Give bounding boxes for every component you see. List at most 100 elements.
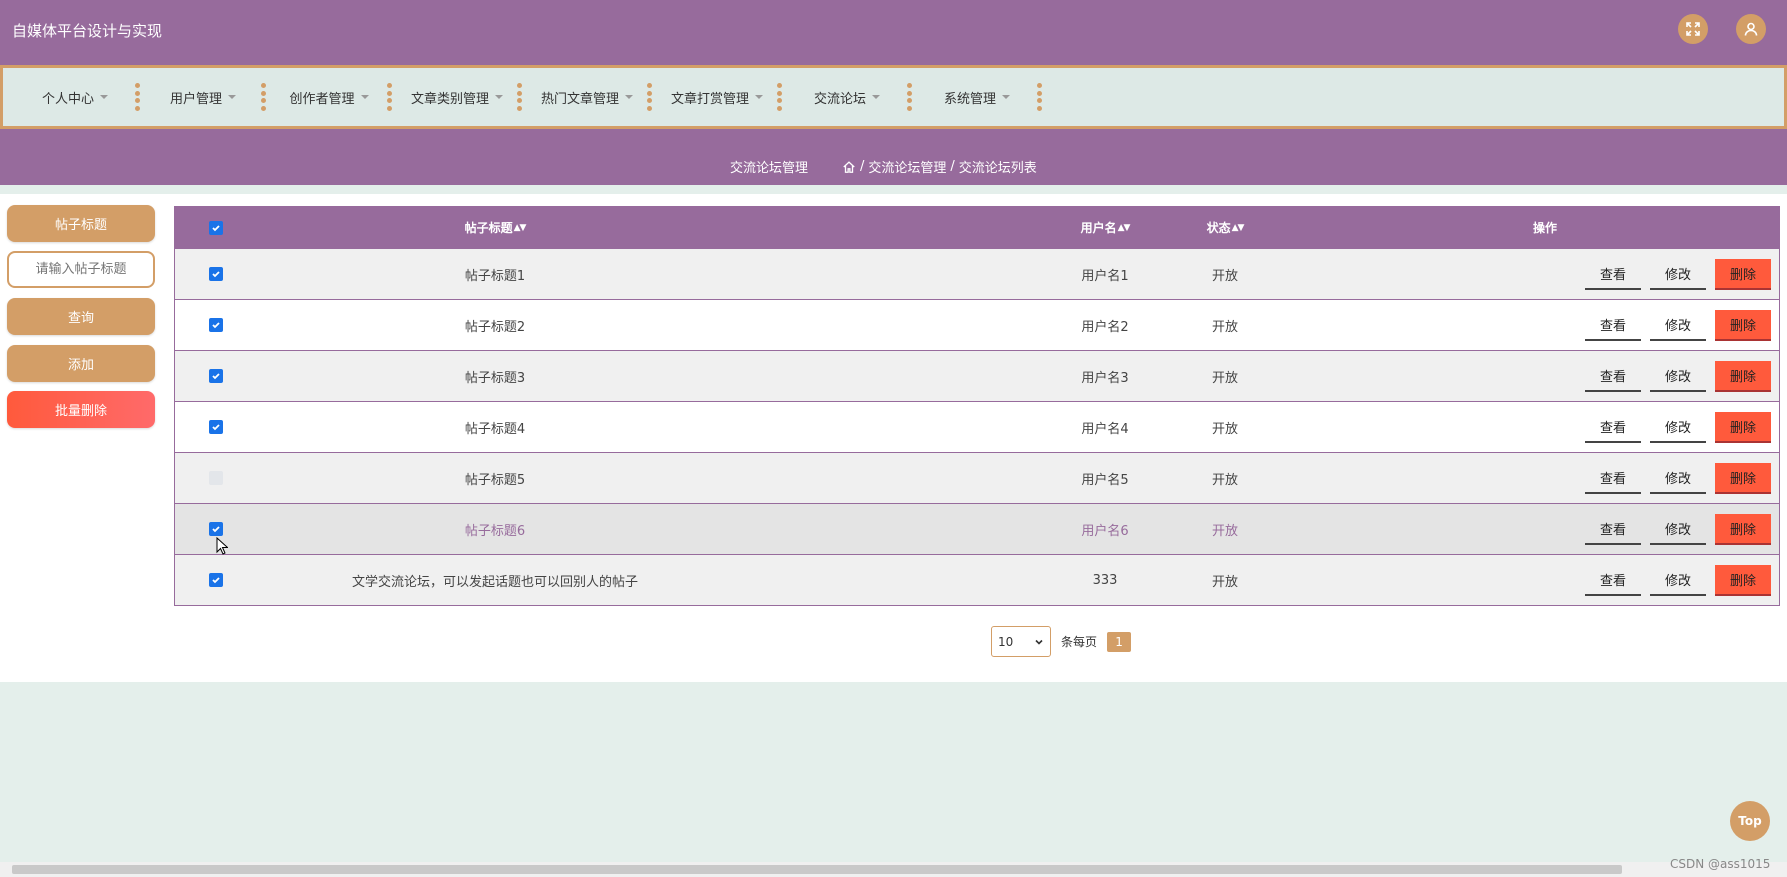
column-header-title[interactable]: 帖子标题 ▲▼ xyxy=(355,207,635,248)
fullscreen-button[interactable] xyxy=(1678,14,1708,44)
chevron-down-icon xyxy=(1035,639,1043,645)
delete-button[interactable]: 删除 xyxy=(1715,360,1771,392)
scrollbar-thumb[interactable] xyxy=(12,865,1622,874)
row-checkbox-cell xyxy=(175,351,257,401)
chevron-down-icon xyxy=(228,95,236,99)
row-checkbox[interactable] xyxy=(209,471,223,485)
page-size-select[interactable]: 10 xyxy=(991,626,1051,657)
delete-button[interactable]: 删除 xyxy=(1715,462,1771,494)
row-checkbox[interactable] xyxy=(209,522,223,536)
main-content: 帖子标题 查询 添加 批量删除 帖子标题▲▼ 用户名▲▼ 状态▲▼ 操作 帖 xyxy=(0,194,1787,682)
table-row[interactable]: 帖子标题1 用户名1 开放 查看 修改 删除 xyxy=(175,248,1779,299)
nav-bar-wrapper: 个人中心 用户管理 创作者管理 文章类别管理 热门文章管理 文章打赏管理 交流论… xyxy=(0,60,1787,134)
edit-button[interactable]: 修改 xyxy=(1650,514,1706,545)
table-row[interactable]: 帖子标题4 用户名4 开放 查看 修改 删除 xyxy=(175,401,1779,452)
edit-button[interactable]: 修改 xyxy=(1650,310,1706,341)
nav-item-label: 热门文章管理 xyxy=(540,91,619,107)
nav-item-creator-management[interactable]: 创作者管理 xyxy=(269,68,385,126)
column-header-ops: 操作 xyxy=(1475,207,1615,248)
breadcrumb-item-forum-management[interactable]: 交流论坛管理 xyxy=(868,157,946,176)
breadcrumb-item-forum-list: 交流论坛列表 xyxy=(958,161,1037,176)
edit-button[interactable]: 修改 xyxy=(1650,259,1706,290)
cell-title: 帖子标题3 xyxy=(464,370,526,386)
check-icon xyxy=(212,373,220,380)
cell-title: 帖子标题4 xyxy=(464,421,526,437)
table-row[interactable]: 帖子标题3 用户名3 开放 查看 修改 删除 xyxy=(175,350,1779,401)
back-to-top-button[interactable]: Top xyxy=(1730,801,1770,841)
cell-title: 帖子标题6 xyxy=(464,523,526,539)
edit-button[interactable]: 修改 xyxy=(1650,412,1706,443)
view-button[interactable]: 查看 xyxy=(1585,514,1641,545)
post-title-label-button: 帖子标题 xyxy=(7,205,155,242)
view-button[interactable]: 查看 xyxy=(1585,565,1641,596)
cell-status: 开放 xyxy=(1211,268,1238,284)
nav-item-article-category-management[interactable]: 文章类别管理 xyxy=(395,68,515,126)
view-button[interactable]: 查看 xyxy=(1585,361,1641,392)
row-checkbox[interactable] xyxy=(209,369,223,383)
add-button[interactable]: 添加 xyxy=(7,345,155,382)
delete-button[interactable]: 删除 xyxy=(1715,411,1771,443)
pagination: 10 条每页 1 xyxy=(991,626,1132,657)
table-row[interactable]: 文学交流论坛，可以发起话题也可以回别人的帖子 333 开放 查看 修改 删除 xyxy=(175,554,1779,605)
query-button[interactable]: 查询 xyxy=(7,298,155,335)
cell-ops: 查看 修改 删除 xyxy=(1585,402,1785,452)
nav-item-system-management[interactable]: 系统管理 xyxy=(915,68,1035,126)
horizontal-scrollbar[interactable] xyxy=(0,862,1787,877)
cell-ops: 查看 修改 删除 xyxy=(1585,300,1785,350)
check-icon xyxy=(212,322,220,329)
nav-item-article-reward-management[interactable]: 文章打赏管理 xyxy=(655,68,775,126)
cell-user: 用户名2 xyxy=(1081,319,1129,335)
column-header-user[interactable]: 用户名 ▲▼ xyxy=(1055,207,1155,248)
delete-button[interactable]: 删除 xyxy=(1715,309,1771,341)
delete-button[interactable]: 删除 xyxy=(1715,564,1771,596)
cell-status: 开放 xyxy=(1211,319,1238,335)
row-checkbox[interactable] xyxy=(209,420,223,434)
table-row[interactable]: 帖子标题5 用户名5 开放 查看 修改 删除 xyxy=(175,452,1779,503)
chevron-down-icon xyxy=(755,95,763,99)
cell-status: 开放 xyxy=(1211,472,1238,488)
table-row[interactable]: 帖子标题6 用户名6 开放 查看 修改 删除 xyxy=(175,503,1779,554)
delete-button[interactable]: 删除 xyxy=(1715,258,1771,290)
nav-item-user-management[interactable]: 用户管理 xyxy=(143,68,259,126)
check-icon xyxy=(212,424,220,431)
breadcrumb: / 交流论坛管理 / 交流论坛列表 xyxy=(842,157,1037,176)
nav-separator xyxy=(517,83,523,111)
view-button[interactable]: 查看 xyxy=(1585,463,1641,494)
nav-item-personal-center[interactable]: 个人中心 xyxy=(13,68,133,126)
column-header-label: 帖子标题 xyxy=(464,221,513,235)
edit-button[interactable]: 修改 xyxy=(1650,565,1706,596)
batch-delete-button[interactable]: 批量删除 xyxy=(7,391,155,428)
delete-button[interactable]: 删除 xyxy=(1715,513,1771,545)
edit-button[interactable]: 修改 xyxy=(1650,463,1706,494)
view-button[interactable]: 查看 xyxy=(1585,412,1641,443)
cell-title: 帖子标题5 xyxy=(464,472,526,488)
home-icon[interactable] xyxy=(842,160,856,174)
view-button[interactable]: 查看 xyxy=(1585,310,1641,341)
row-checkbox[interactable] xyxy=(209,267,223,281)
row-checkbox[interactable] xyxy=(209,318,223,332)
sort-icon: ▲▼ xyxy=(1117,222,1131,233)
page-number-current[interactable]: 1 xyxy=(1107,631,1132,652)
nav-separator xyxy=(1037,83,1043,111)
chevron-down-icon xyxy=(872,95,880,99)
user-avatar-button[interactable] xyxy=(1736,14,1766,44)
breadcrumb-band: 交流论坛管理 / 交流论坛管理 / 交流论坛列表 xyxy=(0,134,1787,185)
table-body: 帖子标题1 用户名1 开放 查看 修改 删除 帖子标题2 用户名2 开放 查看 修改 删除 帖子标题3 用… xyxy=(175,248,1779,605)
row-checkbox[interactable] xyxy=(209,573,223,587)
column-header-status[interactable]: 状态 ▲▼ xyxy=(1175,207,1275,248)
app-title: 自媒体平台设计与实现 xyxy=(12,21,163,40)
table-header: 帖子标题 ▲▼ 用户名 ▲▼ 状态 ▲▼ 操作 xyxy=(175,207,1779,248)
nav-separator xyxy=(777,83,783,111)
forum-table: 帖子标题 ▲▼ 用户名 ▲▼ 状态 ▲▼ 操作 帖子标题1 用户名1 开放 查看 修改 删除 帖子… xyxy=(174,206,1780,606)
select-all-checkbox[interactable] xyxy=(209,220,223,235)
table-row[interactable]: 帖子标题2 用户名2 开放 查看 修改 删除 xyxy=(175,299,1779,350)
view-button[interactable]: 查看 xyxy=(1585,259,1641,290)
chevron-down-icon xyxy=(360,95,369,99)
nav-item-forum[interactable]: 交流论坛 xyxy=(785,68,905,126)
chevron-down-icon xyxy=(495,95,503,99)
nav-item-hot-article-management[interactable]: 热门文章管理 xyxy=(525,68,645,126)
post-title-search-input[interactable] xyxy=(7,251,155,288)
nav-separator xyxy=(261,83,267,111)
nav-item-label: 个人中心 xyxy=(41,91,94,107)
edit-button[interactable]: 修改 xyxy=(1650,361,1706,392)
